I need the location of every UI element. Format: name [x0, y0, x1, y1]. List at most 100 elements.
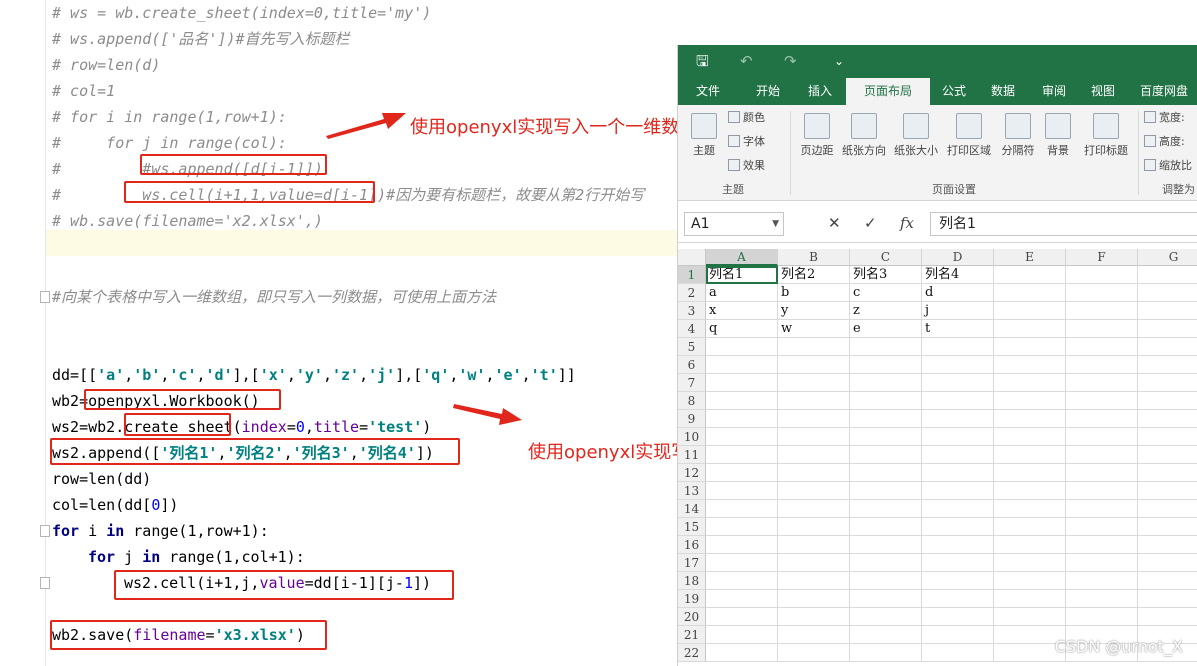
cell[interactable]: [994, 536, 1066, 554]
cell[interactable]: t: [922, 320, 994, 338]
cell[interactable]: [994, 374, 1066, 392]
row-header[interactable]: 3: [678, 302, 706, 320]
column-header[interactable]: F: [1066, 249, 1138, 266]
comment-line[interactable]: # ws = wb.create_sheet(index=0,title='my…: [52, 0, 431, 26]
fold-marker-icon[interactable]: [40, 291, 50, 303]
cell[interactable]: [994, 338, 1066, 356]
tab-5[interactable]: 公式: [932, 78, 976, 105]
cell[interactable]: [1138, 338, 1197, 356]
cell[interactable]: [922, 572, 994, 590]
cell[interactable]: [922, 356, 994, 374]
code-line-for-j[interactable]: for j in range(1,col+1):: [88, 544, 305, 570]
cell[interactable]: [922, 500, 994, 518]
cell[interactable]: [1066, 536, 1138, 554]
cell[interactable]: [994, 518, 1066, 536]
column-header[interactable]: E: [994, 249, 1066, 266]
row-header[interactable]: 1: [678, 266, 706, 284]
cell[interactable]: a: [706, 284, 778, 302]
cell[interactable]: [1066, 446, 1138, 464]
cell[interactable]: [994, 266, 1066, 284]
cell[interactable]: [922, 536, 994, 554]
cell[interactable]: [994, 284, 1066, 302]
cell[interactable]: [1066, 428, 1138, 446]
cell[interactable]: [1138, 446, 1197, 464]
cell[interactable]: [1138, 608, 1197, 626]
cell[interactable]: [1066, 266, 1138, 284]
code-line-row[interactable]: row=len(dd): [52, 466, 151, 492]
cell[interactable]: [1138, 554, 1197, 572]
row-header[interactable]: 5: [678, 338, 706, 356]
cell[interactable]: [1066, 554, 1138, 572]
cell[interactable]: x: [706, 302, 778, 320]
cell[interactable]: [706, 500, 778, 518]
theme-colors-button[interactable]: 颜色: [728, 107, 765, 129]
cell[interactable]: [922, 626, 994, 644]
column-header[interactable]: D: [922, 249, 994, 266]
tab-9[interactable]: 百度网盘: [1130, 78, 1197, 105]
cell[interactable]: [1138, 320, 1197, 338]
cell[interactable]: 列名1: [706, 266, 778, 284]
cell[interactable]: b: [778, 284, 850, 302]
cell[interactable]: [994, 482, 1066, 500]
cell[interactable]: [850, 338, 922, 356]
cell[interactable]: [1066, 302, 1138, 320]
cell[interactable]: [706, 356, 778, 374]
cell[interactable]: [778, 518, 850, 536]
cell[interactable]: [1138, 284, 1197, 302]
cell[interactable]: [1138, 572, 1197, 590]
cell[interactable]: [922, 338, 994, 356]
cell[interactable]: [850, 428, 922, 446]
cell[interactable]: [778, 392, 850, 410]
cell[interactable]: [1066, 482, 1138, 500]
margins-button[interactable]: 页边距: [796, 113, 838, 158]
cell[interactable]: j: [922, 302, 994, 320]
cell[interactable]: 列名4: [922, 266, 994, 284]
row-header[interactable]: 16: [678, 536, 706, 554]
tab-7[interactable]: 审阅: [1030, 78, 1078, 105]
cell[interactable]: [1138, 374, 1197, 392]
cell[interactable]: [922, 482, 994, 500]
cell[interactable]: [850, 518, 922, 536]
cell[interactable]: [850, 536, 922, 554]
cell[interactable]: [778, 356, 850, 374]
cell[interactable]: [706, 392, 778, 410]
row-header[interactable]: 19: [678, 590, 706, 608]
cell[interactable]: d: [922, 284, 994, 302]
cell[interactable]: [706, 590, 778, 608]
code-line-col[interactable]: col=len(dd[0]): [52, 492, 178, 518]
column-header[interactable]: B: [778, 249, 850, 266]
cell[interactable]: [850, 482, 922, 500]
cell[interactable]: [850, 356, 922, 374]
cell[interactable]: e: [850, 320, 922, 338]
print-titles-button[interactable]: 打印标题: [1080, 113, 1132, 158]
comment-line[interactable]: #向某个表格中写入一维数组，即只写入一列数据，可使用上面方法: [52, 284, 496, 310]
cell[interactable]: [1066, 284, 1138, 302]
cell[interactable]: [1066, 392, 1138, 410]
cell[interactable]: z: [850, 302, 922, 320]
cell[interactable]: [994, 392, 1066, 410]
row-header[interactable]: 6: [678, 356, 706, 374]
comment-line[interactable]: # ws.append(['品名'])#首先写入标题栏: [52, 26, 350, 52]
row-header[interactable]: 13: [678, 482, 706, 500]
code-line-dd[interactable]: dd=[['a','b','c','d'],['x','y','z','j'],…: [52, 362, 576, 388]
cell[interactable]: [778, 410, 850, 428]
cell[interactable]: [994, 356, 1066, 374]
cell[interactable]: [1138, 500, 1197, 518]
cell[interactable]: [850, 392, 922, 410]
comment-line[interactable]: # col=1: [52, 78, 115, 104]
tab-4[interactable]: 页面布局: [846, 78, 930, 105]
cell[interactable]: [850, 554, 922, 572]
row-header[interactable]: 4: [678, 320, 706, 338]
cell[interactable]: [706, 518, 778, 536]
row-header[interactable]: 21: [678, 626, 706, 644]
cell[interactable]: [1066, 338, 1138, 356]
comment-line[interactable]: # for j in range(col):: [52, 130, 287, 156]
size-button[interactable]: 纸张大小: [892, 113, 940, 158]
cell[interactable]: [922, 554, 994, 572]
cell[interactable]: [706, 572, 778, 590]
print-area-button[interactable]: 打印区域: [944, 113, 994, 158]
chevron-down-icon[interactable]: ▼: [772, 213, 779, 235]
cell[interactable]: [922, 410, 994, 428]
cell[interactable]: [1066, 590, 1138, 608]
cell[interactable]: [1066, 464, 1138, 482]
